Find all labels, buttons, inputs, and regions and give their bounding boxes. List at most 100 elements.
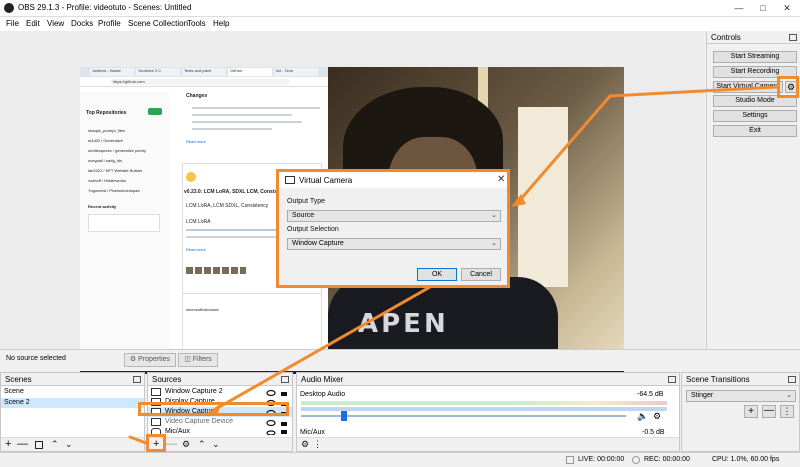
close-icon[interactable]: ✕	[778, 2, 796, 14]
exit-button[interactable]: Exit	[713, 125, 797, 137]
source-label: Video Capture Device	[165, 418, 233, 425]
controls-dock: Controls Start Streaming Start Recording…	[706, 31, 800, 349]
audio-settings-gear-icon[interactable]: ⚙	[653, 411, 661, 422]
menu-help[interactable]: Help	[213, 19, 229, 28]
mixer-track-name: Desktop Audio	[300, 391, 346, 398]
browser-tab-strip: Justfont - Hacke Yourtube 2.0 Texts and …	[80, 67, 328, 77]
virtual-camera-settings-gear-icon[interactable]: ⚙	[785, 81, 797, 93]
start-virtual-camera-button[interactable]: Start Virtual Camera	[713, 81, 783, 93]
cancel-button[interactable]: Cancel	[461, 268, 501, 281]
minimize-icon[interactable]: —	[730, 2, 748, 14]
chevron-down-icon: ⌄	[491, 240, 497, 247]
scene-transitions-header: Scene Transitions	[682, 373, 799, 386]
remove-scene-icon[interactable]: —	[17, 438, 28, 450]
start-recording-button[interactable]: Start Recording	[713, 66, 797, 78]
add-source-icon[interactable]: +	[153, 438, 159, 450]
audio-mixer-dock: Audio Mixer Desktop Audio -64.5 dB 🔈 ⚙ M…	[296, 372, 680, 452]
source-label: Window Capture 2	[165, 388, 223, 395]
mixer-track-db: -64.5 dB	[637, 391, 664, 398]
scene-item[interactable]: Scene	[1, 387, 144, 397]
source-label: Mic/Aux	[165, 428, 190, 435]
menu-profile[interactable]: Profile	[98, 19, 121, 28]
move-up-icon[interactable]: ⌃	[198, 438, 206, 450]
volume-slider-handle[interactable]	[341, 411, 347, 421]
text-line	[192, 114, 292, 116]
new-repo-button	[148, 108, 162, 115]
display-capture-icon	[151, 398, 161, 406]
mute-speaker-icon[interactable]: 🔈	[637, 411, 648, 422]
dialog-close-icon[interactable]: ✕	[497, 174, 505, 185]
record-icon	[632, 456, 640, 464]
transition-value: Stinger	[691, 392, 714, 399]
properties-button[interactable]: ⚙ Properties	[124, 353, 176, 367]
release-section: LCM LoRA	[186, 219, 211, 225]
settings-button[interactable]: Settings	[713, 110, 797, 122]
mixer-footer: ⚙ ⋮	[297, 437, 679, 451]
menu-scene-collection[interactable]: Scene Collection	[128, 19, 188, 28]
studio-mode-button[interactable]: Studio Mode	[713, 95, 797, 107]
mixer-gear-icon[interactable]: ⚙	[301, 438, 309, 450]
cpu-fps: CPU: 1.0%, 60.00 fps	[712, 456, 780, 463]
window-title: OBS 29.1.3 - Profile: videotuto - Scenes…	[18, 3, 192, 12]
scenes-header: Scenes	[1, 373, 144, 386]
maximize-icon[interactable]: □	[754, 2, 772, 14]
filters-label: Filters	[192, 356, 212, 363]
menu-view[interactable]: View	[47, 19, 64, 28]
dock-float-icon[interactable]	[281, 376, 289, 383]
dock-float-icon[interactable]	[133, 376, 141, 383]
dialog-title: Virtual Camera	[299, 176, 353, 185]
output-selection-select[interactable]: Window Capture ⌄	[287, 238, 501, 250]
sidebar-recent-activity: Recent activity	[88, 204, 117, 209]
dock-float-icon[interactable]	[668, 376, 676, 383]
dialog-body: Output Type Source ⌄ Output Selection Wi…	[279, 188, 507, 285]
properties-label: Properties	[138, 356, 171, 363]
read-more-link: Read more	[186, 247, 206, 252]
transition-select[interactable]: Stinger ⌄	[686, 390, 796, 402]
sidebar-heading: Top Repositories	[86, 110, 127, 116]
source-label: Window Capture	[165, 408, 217, 415]
contributors-avatars	[186, 267, 246, 274]
chevron-down-icon: ⌄	[491, 212, 497, 219]
browser-tab: Yourtube 2.0	[136, 68, 180, 76]
live-time: LIVE: 00:00:00	[578, 456, 625, 463]
remove-transition-icon[interactable]: —	[762, 405, 776, 418]
remove-source-icon[interactable]: —	[166, 438, 177, 450]
add-scene-icon[interactable]: +	[5, 438, 11, 450]
chevron-down-icon: ⌄	[786, 392, 792, 399]
move-down-icon[interactable]: ⌄	[212, 438, 220, 450]
start-streaming-button[interactable]: Start Streaming	[713, 51, 797, 63]
release-subtitle: LCM LoRA, LCM SDXL, Consistency	[186, 203, 269, 209]
volume-slider-track[interactable]	[301, 415, 626, 417]
sources-dock: Sources Window Capture 2 Display Capture…	[147, 372, 293, 452]
output-type-select[interactable]: Source ⌄	[287, 210, 501, 222]
ok-button[interactable]: OK	[417, 268, 457, 281]
menu-tools[interactable]: Tools	[187, 19, 206, 28]
transition-menu-icon[interactable]: ⋮	[780, 405, 794, 418]
menu-file[interactable]: File	[6, 19, 19, 28]
source-properties-gear-icon[interactable]: ⚙	[182, 438, 190, 450]
mixer-track-db: -0.5 dB	[642, 429, 665, 436]
move-down-icon[interactable]: ⌄	[65, 438, 73, 450]
volume-meter	[301, 401, 667, 405]
network-icon	[566, 456, 574, 464]
mixer-menu-icon[interactable]: ⋮	[313, 438, 322, 450]
lock-icons[interactable]	[280, 389, 288, 435]
mixer-track-name: Mic/Aux	[300, 429, 325, 436]
output-selection-label: Output Selection	[287, 226, 339, 233]
filters-button[interactable]: ◫ Filters	[178, 353, 218, 367]
title-bar: OBS 29.1.3 - Profile: videotuto - Scenes…	[0, 0, 800, 17]
menu-docks[interactable]: Docks	[71, 19, 93, 28]
scene-item[interactable]: Scene 2	[1, 398, 144, 408]
text-line	[192, 121, 302, 123]
recent-activity-card	[88, 214, 160, 232]
menu-edit[interactable]: Edit	[26, 19, 40, 28]
dock-float-icon[interactable]	[788, 376, 796, 383]
window-capture-icon	[151, 408, 161, 416]
dialog-window-icon	[285, 176, 295, 184]
visibility-eye-icons[interactable]	[266, 389, 276, 435]
text-line	[192, 128, 272, 130]
add-transition-icon[interactable]: +	[744, 405, 758, 418]
dock-float-icon[interactable]	[789, 34, 797, 41]
scene-filters-icon[interactable]	[35, 441, 43, 449]
move-up-icon[interactable]: ⌃	[51, 438, 59, 450]
